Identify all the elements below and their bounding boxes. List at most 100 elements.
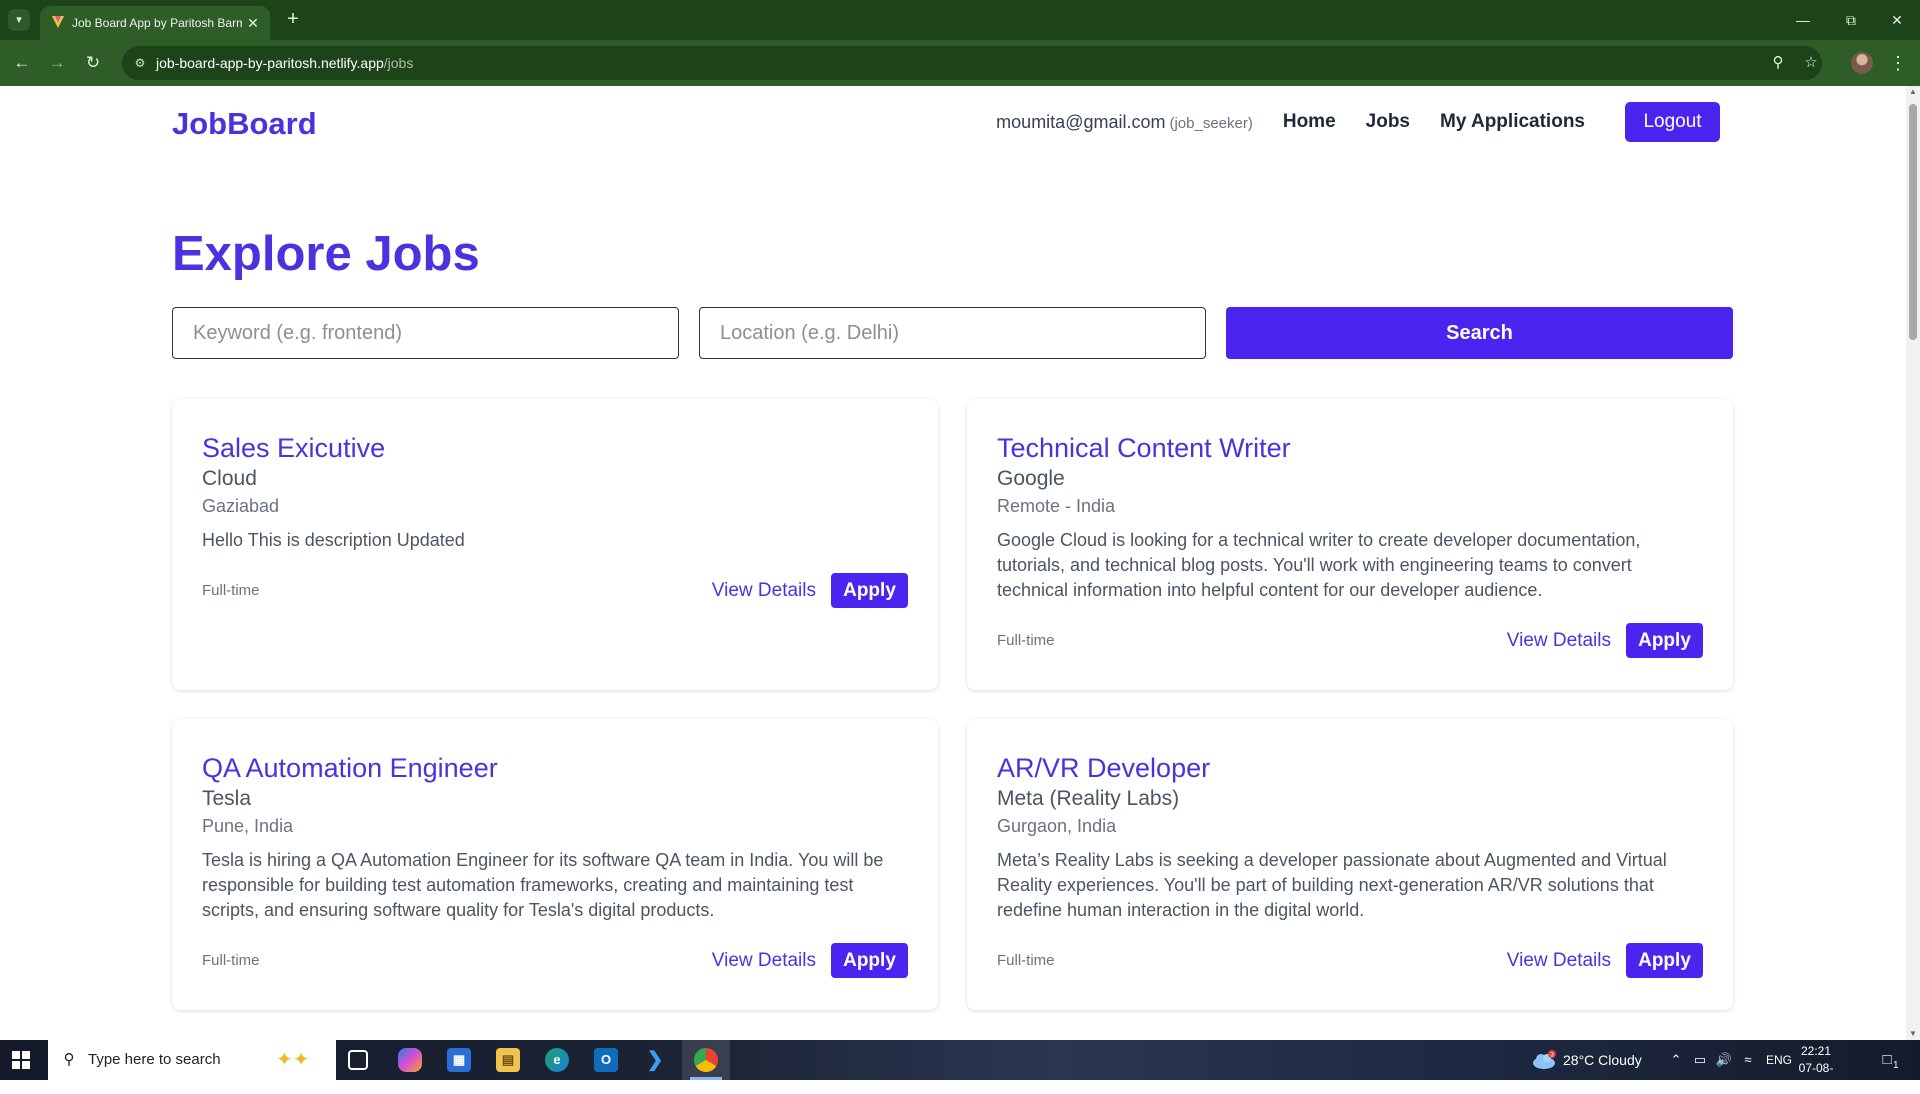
apply-button[interactable]: Apply (1626, 943, 1703, 978)
scroll-up-icon[interactable]: ▲ (1909, 88, 1917, 96)
edge-icon[interactable]: e (545, 1048, 569, 1072)
site-info-icon[interactable]: ⚙ (132, 55, 148, 71)
zoom-icon[interactable]: ⚲ (1769, 54, 1787, 72)
job-description: Google Cloud is looking for a technical … (997, 530, 1641, 600)
job-title[interactable]: AR/VR Developer (997, 751, 1210, 785)
location-input[interactable] (699, 307, 1206, 359)
outlook-icon[interactable]: O (594, 1048, 618, 1072)
task-view-icon[interactable] (348, 1050, 368, 1070)
job-card: QA Automation Engineer Tesla Pune, India… (172, 719, 938, 1010)
tab-title: Job Board App by Paritosh Barm (72, 16, 242, 30)
window-close-icon[interactable]: ✕ (1882, 8, 1912, 32)
job-card: Sales Exicutive Cloud Gaziabad Hello Thi… (172, 399, 938, 690)
wifi-icon[interactable]: ≈ (1739, 1051, 1757, 1069)
job-company: Cloud (202, 467, 257, 490)
job-description: Meta’s Reality Labs is seeking a develop… (997, 850, 1667, 920)
weather-text[interactable]: 28°C Cloudy (1563, 1040, 1642, 1080)
taskbar: ⚲ Type here to search ✦✦ ▦ ▤ e O ❯ 3 28°… (0, 1040, 1920, 1092)
job-description: Tesla is hiring a QA Automation Engineer… (202, 850, 884, 920)
clock-time: 22:21 (1800, 1044, 1832, 1058)
job-company: Meta (Reality Labs) (997, 787, 1180, 810)
keyword-input[interactable] (172, 307, 679, 359)
page-viewport: JobBoard moumita@gmail.com (job_seeker) H… (0, 86, 1906, 1040)
chrome-icon (694, 1048, 718, 1072)
view-details-link[interactable]: View Details (1507, 948, 1611, 974)
restore-icon[interactable]: ⧉ (1836, 8, 1866, 32)
scrollbar-thumb[interactable] (1909, 104, 1917, 340)
job-type: Full-time (997, 632, 1055, 649)
nav-link-home[interactable]: Home (1283, 111, 1336, 133)
chevron-up-icon[interactable]: ⌃ (1667, 1051, 1685, 1069)
job-card: Technical Content Writer Google Remote -… (967, 399, 1733, 690)
job-location: Gurgaon, India (997, 816, 1117, 836)
cloud-icon: 3 (1533, 1050, 1556, 1069)
store-icon[interactable]: ▦ (447, 1048, 471, 1072)
job-card: AR/VR Developer Meta (Reality Labs) Gurg… (967, 719, 1733, 1010)
top-nav: moumita@gmail.com (job_seeker) Home Jobs … (996, 102, 1720, 142)
scroll-down-icon[interactable]: ▼ (1909, 1030, 1917, 1038)
bookmark-star-icon[interactable]: ☆ (1802, 54, 1820, 72)
tab-search-chevron-icon[interactable]: ▾ (8, 9, 30, 31)
logout-button[interactable]: Logout (1625, 102, 1720, 142)
favicon-icon (52, 16, 64, 28)
job-title[interactable]: QA Automation Engineer (202, 751, 498, 785)
back-icon[interactable]: ← (10, 51, 34, 75)
job-card-footer: Full-time View Details Apply (202, 943, 908, 978)
page-title: Explore Jobs (172, 227, 480, 281)
nav-link-jobs[interactable]: Jobs (1366, 111, 1410, 133)
job-company: Tesla (202, 787, 252, 810)
new-tab-icon[interactable]: + (282, 9, 304, 31)
brand-logo[interactable]: JobBoard (172, 104, 317, 144)
clock-date: 07-08-2025 (1798, 1061, 1834, 1092)
chrome-taskbar-item[interactable] (682, 1040, 730, 1080)
view-details-link[interactable]: View Details (712, 578, 816, 604)
tab-close-icon[interactable]: ✕ (244, 14, 262, 32)
job-title[interactable]: Technical Content Writer (997, 431, 1291, 465)
job-card-footer: Full-time View Details Apply (202, 573, 908, 608)
job-type: Full-time (202, 582, 260, 599)
job-location: Pune, India (202, 816, 294, 836)
volume-icon[interactable]: 🔊 (1715, 1051, 1733, 1069)
view-details-link[interactable]: View Details (712, 948, 816, 974)
taskbar-search[interactable]: ⚲ Type here to search ✦✦ (48, 1040, 336, 1080)
job-card-footer: Full-time View Details Apply (997, 943, 1703, 978)
browser-tab-bar: ▾ Job Board App by Paritosh Barm ✕ + — ⧉… (0, 0, 1920, 40)
reload-icon[interactable]: ↻ (81, 51, 105, 75)
user-email: moumita@gmail.com (job_seeker) (996, 112, 1253, 133)
sparkle-icon: ✦✦ (276, 1049, 310, 1071)
search-icon: ⚲ (63, 1051, 75, 1068)
user-email-text: moumita@gmail.com (996, 111, 1166, 132)
view-details-link[interactable]: View Details (1507, 628, 1611, 654)
battery-icon[interactable]: ▭ (1691, 1051, 1709, 1069)
page-scrollbar[interactable]: ▲ ▼ (1906, 86, 1920, 1040)
url-path: /jobs (383, 55, 414, 71)
vscode-icon[interactable]: ❯ (643, 1048, 667, 1072)
profile-avatar[interactable] (1851, 52, 1873, 74)
copilot-icon[interactable] (398, 1048, 422, 1072)
windows-start-icon[interactable] (12, 1051, 30, 1069)
job-card-footer: Full-time View Details Apply (997, 623, 1703, 658)
apply-button[interactable]: Apply (831, 943, 908, 978)
minimize-icon[interactable]: — (1788, 8, 1818, 32)
notification-count: 1 (1893, 1060, 1899, 1071)
browser-menu-icon[interactable]: ⋮ (1888, 51, 1908, 75)
user-role: (job_seeker) (1169, 114, 1253, 132)
browser-tab[interactable]: Job Board App by Paritosh Barm ✕ (40, 6, 270, 40)
search-button[interactable]: Search (1226, 307, 1733, 359)
job-location: Gaziabad (202, 496, 280, 516)
forward-icon[interactable]: → (45, 51, 69, 75)
nav-link-my-applications[interactable]: My Applications (1440, 111, 1585, 133)
apply-button[interactable]: Apply (831, 573, 908, 608)
job-description: Hello This is description Updated (202, 530, 465, 550)
job-title[interactable]: Sales Exicutive (202, 431, 385, 465)
address-bar[interactable]: ⚙ job-board-app-by-paritosh.netlify.app/… (122, 46, 1822, 80)
job-type: Full-time (997, 952, 1055, 969)
job-company: Google (997, 467, 1065, 490)
file-explorer-icon[interactable]: ▤ (496, 1048, 520, 1072)
taskbar-search-placeholder: Type here to search (88, 1051, 221, 1068)
job-type: Full-time (202, 952, 260, 969)
job-location: Remote - India (997, 496, 1116, 516)
url-host: job-board-app-by-paritosh.netlify.app (156, 55, 384, 71)
apply-button[interactable]: Apply (1626, 623, 1703, 658)
clock[interactable]: 22:21 07-08-2025 (1786, 1043, 1846, 1094)
